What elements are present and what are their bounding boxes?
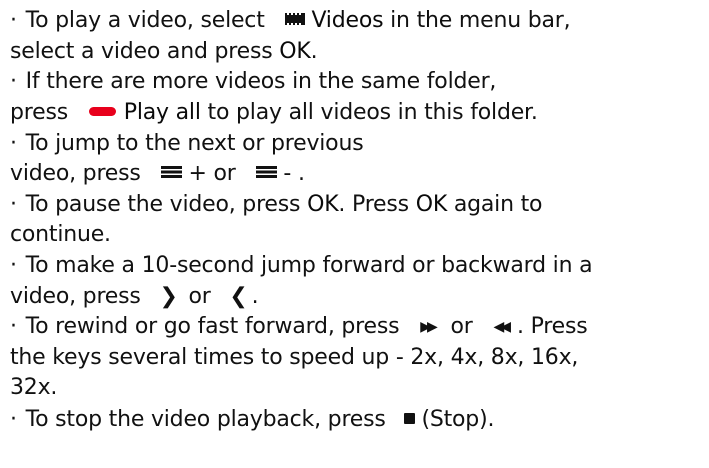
videos-key-label: Videos: [311, 8, 384, 33]
text: .: [251, 284, 259, 309]
line-continue: continue.: [10, 220, 111, 250]
ok-key-label: OK: [307, 192, 339, 217]
text: video, press: [10, 161, 148, 186]
fast-forward-icon: ▶▶: [420, 319, 437, 335]
line-pause: · To pause the video, press OK. Press OK…: [10, 190, 543, 220]
text: the keys several times to speed up - 2x,…: [10, 345, 579, 370]
text: video, press: [10, 284, 148, 309]
list-icon: [256, 166, 278, 178]
text: To rewind or go fast forward, press: [18, 314, 407, 339]
text: - .: [283, 161, 305, 186]
bullet: ·: [10, 314, 17, 339]
bullet: ·: [10, 253, 17, 278]
line-arrow-keys: video, press ❯ or ❮.: [10, 282, 259, 312]
red-color-key-icon: [88, 106, 116, 116]
line-play-video: · To play a video, select Videos in the …: [10, 6, 571, 36]
text: to play all videos in this folder.: [200, 100, 538, 125]
line-more-videos: · If there are more videos in the same f…: [10, 67, 496, 97]
text: .: [310, 39, 318, 64]
text: . Press: [338, 192, 416, 217]
text: . Press: [516, 314, 588, 339]
ok-key-label: OK: [415, 192, 448, 217]
text: + or: [188, 161, 243, 186]
bullet: ·: [10, 131, 17, 156]
line-speed: the keys several times to speed up - 2x,…: [10, 343, 578, 373]
text: or: [443, 314, 480, 339]
text: press: [10, 100, 75, 125]
line-list-keys: video, press + or - .: [10, 159, 305, 189]
line-rewind: · To rewind or go fast forward, press ▶▶…: [10, 312, 588, 342]
text: (Stop).: [421, 407, 495, 432]
line-speed-end: 32x.: [10, 373, 57, 403]
bullet: ·: [10, 192, 17, 217]
left-arrow-icon: ❮: [229, 284, 248, 309]
play-all-key-label: Play all: [123, 100, 201, 125]
ok-key-label: OK: [279, 39, 311, 64]
text: To play a video, select: [18, 8, 272, 33]
line-stop: · To stop the video playback, press (Sto…: [10, 405, 494, 435]
video-icon: [285, 13, 306, 25]
line-jump-10s: · To make a 10-second jump forward or ba…: [10, 251, 593, 281]
text: continue.: [10, 222, 111, 247]
rewind-icon: ◀◀: [493, 319, 510, 335]
instruction-text: · To play a video, select Videos in the …: [0, 0, 709, 468]
line-select-video: select a video and press OK.: [10, 37, 318, 67]
text: To stop the video playback, press: [18, 407, 393, 432]
bullet: ·: [10, 69, 17, 94]
stop-icon: [404, 412, 416, 424]
line-play-all: press Play all to play all videos in thi…: [10, 98, 538, 128]
text: To make a 10-second jump forward or back…: [18, 253, 593, 278]
text: or: [181, 284, 218, 309]
bullet: ·: [10, 407, 17, 432]
text: 32x.: [10, 375, 58, 400]
text: again to: [447, 192, 543, 217]
text: To pause the video, press: [18, 192, 308, 217]
list-icon: [161, 166, 183, 178]
text: in the menu bar,: [383, 8, 571, 33]
right-arrow-icon: ❯: [159, 284, 178, 309]
line-jump-next: · To jump to the next or previous: [10, 129, 364, 159]
text: To jump to the next or previous: [18, 131, 364, 156]
text: select a video and press: [10, 39, 280, 64]
text: If there are more videos in the same fol…: [18, 69, 497, 94]
bullet: ·: [10, 8, 17, 33]
